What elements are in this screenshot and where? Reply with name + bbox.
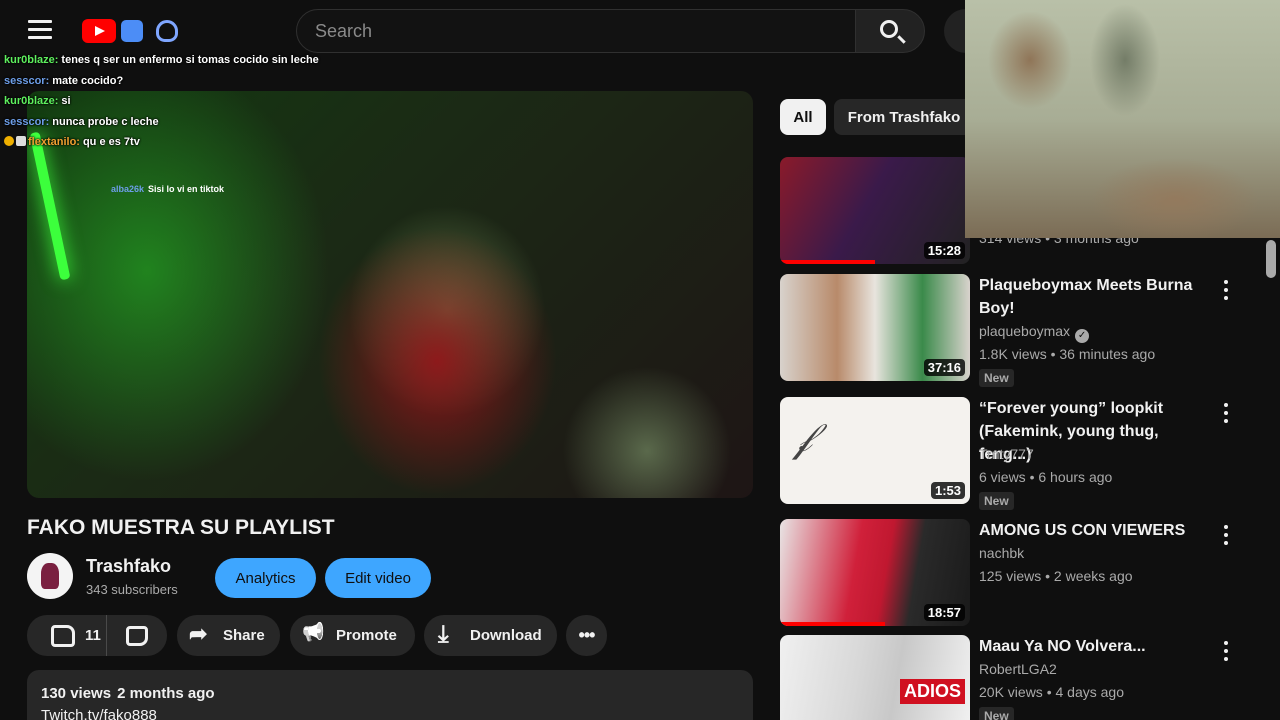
- video-title: FAKO MUESTRA SU PLAYLIST: [27, 516, 335, 539]
- subscriber-count: 343 subscribers: [86, 582, 178, 597]
- description-box[interactable]: 130 views 2 months ago Twitch.tv/fako888: [27, 670, 753, 720]
- recommendation-item[interactable]: 37:16 Plaqueboymax Meets Burna Boy! plaq…: [780, 274, 1260, 387]
- watch-progress-bar: [780, 260, 875, 264]
- thumbnail-script-art: 𝒻: [794, 415, 812, 461]
- upload-age: 2 months ago: [117, 685, 215, 702]
- channel-name[interactable]: Trnty777: [979, 446, 1034, 462]
- video-stats: 130 views 2 months ago: [41, 685, 215, 702]
- chip-from-channel[interactable]: From Trashfako: [834, 99, 974, 135]
- promote-button[interactable]: Promote: [290, 615, 415, 656]
- megaphone-icon: [302, 625, 326, 647]
- video-thumbnail[interactable]: 37:16: [780, 274, 970, 381]
- thumbnail-text-art: ADIOS: [900, 679, 966, 704]
- analytics-button[interactable]: Analytics: [215, 558, 316, 598]
- chip-all[interactable]: All: [780, 99, 826, 135]
- description-link[interactable]: Twitch.tv/fako888: [41, 707, 157, 720]
- new-badge: New: [979, 707, 1014, 720]
- duration-badge: 18:57: [923, 604, 965, 621]
- search-button[interactable]: [855, 9, 925, 53]
- video-thumbnail[interactable]: 18:57: [780, 519, 970, 626]
- channel-name[interactable]: Trashfako: [86, 556, 171, 577]
- video-title[interactable]: Maau Ya NO Volvera...: [979, 635, 1215, 658]
- download-icon: [436, 621, 460, 649]
- more-vertical-icon[interactable]: [1224, 525, 1228, 545]
- chat-message: qu e es 7tv: [82, 136, 140, 148]
- overlay-chat-username: alba26k: [111, 184, 145, 194]
- extension-icon[interactable]: [121, 20, 143, 42]
- more-horizontal-icon: •••: [578, 625, 596, 645]
- youtube-logo-icon[interactable]: [82, 19, 116, 43]
- chat-line: kur0blaze: si: [4, 91, 319, 112]
- share-label: Share: [223, 627, 265, 644]
- video-thumbnail[interactable]: 15:28: [780, 157, 970, 264]
- video-meta: 125 views • 2 weeks ago: [979, 568, 1133, 584]
- thumbs-up-icon: [51, 624, 75, 647]
- more-actions-button[interactable]: •••: [566, 615, 607, 656]
- chat-message: si: [61, 95, 71, 107]
- new-badge: New: [979, 369, 1014, 387]
- chat-badge-icon: [4, 136, 14, 146]
- chat-username: sesscor:: [4, 115, 50, 128]
- chat-username: flextanilo:: [28, 136, 80, 148]
- recommendation-item[interactable]: ADIOS Maau Ya NO Volvera... RobertLGA2 2…: [780, 635, 1260, 720]
- video-thumbnail[interactable]: ADIOS: [780, 635, 970, 720]
- chat-line: flextanilo: qu e es 7tv: [4, 132, 319, 153]
- search-box: [296, 9, 856, 53]
- scrollbar-thumb[interactable]: [1266, 240, 1276, 278]
- download-button[interactable]: Download: [424, 615, 557, 656]
- download-label: Download: [470, 627, 542, 644]
- video-title[interactable]: AMONG US CON VIEWERS: [979, 519, 1215, 542]
- search-icon: [880, 20, 898, 38]
- search-input[interactable]: [315, 10, 835, 52]
- view-count: 130 views: [41, 685, 112, 702]
- chat-username: kur0blaze:: [4, 54, 59, 66]
- channel-name[interactable]: nachbk: [979, 545, 1024, 561]
- channel-name[interactable]: RobertLGA2: [979, 661, 1057, 677]
- chat-line: kur0blaze: tenes q ser un enfermo si toma…: [4, 50, 319, 71]
- more-vertical-icon[interactable]: [1224, 641, 1228, 661]
- video-title[interactable]: Plaqueboymax Meets Burna Boy!: [979, 274, 1215, 320]
- more-vertical-icon[interactable]: [1224, 280, 1228, 300]
- duration-badge: 37:16: [923, 359, 965, 376]
- recommendation-item[interactable]: 18:57 AMONG US CON VIEWERS nachbk 125 vi…: [780, 519, 1260, 629]
- chat-line: sesscor: nunca probe c leche: [4, 112, 319, 133]
- chat-message: mate cocido?: [52, 74, 124, 87]
- watch-progress-bar: [780, 622, 885, 626]
- channel-name-text: plaqueboymax: [979, 323, 1071, 339]
- like-dislike-group: 11: [27, 615, 167, 656]
- video-meta: 6 views • 6 hours ago: [979, 469, 1113, 485]
- chat-message: nunca probe c leche: [52, 115, 159, 128]
- chat-line: sesscor: mate cocido?: [4, 71, 319, 92]
- share-icon: [189, 621, 213, 647]
- extension-hand-icon[interactable]: [156, 20, 178, 42]
- promote-label: Promote: [336, 627, 397, 644]
- overlay-chat-message: Sisi lo vi en tiktok: [148, 184, 225, 194]
- chat-username: sesscor:: [4, 74, 50, 87]
- edit-video-button[interactable]: Edit video: [325, 558, 431, 598]
- duration-badge: 1:53: [930, 482, 965, 499]
- share-button[interactable]: Share: [177, 615, 280, 656]
- channel-avatar[interactable]: [27, 553, 73, 599]
- webcam-overlay: [965, 0, 1280, 238]
- thumbs-down-icon: [126, 625, 148, 646]
- video-meta: 1.8K views • 36 minutes ago: [979, 346, 1156, 362]
- player-overlay-chat: alba26k Sisi lo vi en tiktok: [111, 184, 224, 194]
- more-vertical-icon[interactable]: [1224, 403, 1228, 423]
- like-count: 11: [85, 627, 101, 644]
- chat-badge-icon: [16, 136, 26, 146]
- chat-username: kur0blaze:: [4, 95, 59, 107]
- channel-name[interactable]: plaqueboymax ✓: [979, 323, 1090, 343]
- stream-chat-overlay: kur0blaze: tenes q ser un enfermo si toma…: [4, 50, 319, 153]
- video-meta: 20K views • 4 days ago: [979, 684, 1124, 700]
- video-frame-light: [29, 131, 71, 281]
- like-button[interactable]: 11: [27, 615, 107, 656]
- video-thumbnail[interactable]: 𝒻 1:53: [780, 397, 970, 504]
- duration-badge: 15:28: [923, 242, 965, 259]
- menu-icon[interactable]: [28, 20, 52, 40]
- new-badge: New: [979, 492, 1014, 510]
- verified-icon: ✓: [1075, 329, 1090, 343]
- recommendation-item[interactable]: 𝒻 1:53 “Forever young” loopkit (Fakemink…: [780, 397, 1260, 510]
- chat-message: tenes q ser un enfermo si tomas cocido s…: [61, 54, 319, 66]
- dislike-button[interactable]: [107, 615, 167, 656]
